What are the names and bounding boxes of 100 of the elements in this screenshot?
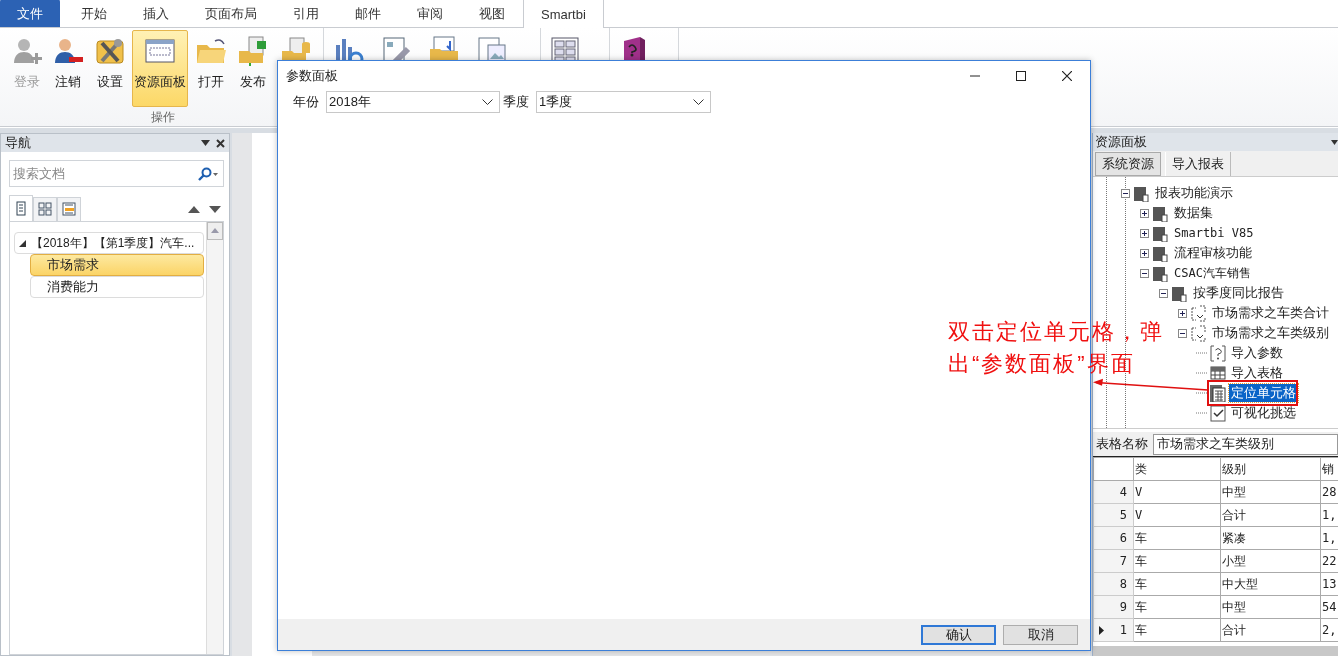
dropdown-icon <box>1331 139 1338 145</box>
view-tab[interactable] <box>57 197 81 221</box>
connector-line <box>1196 352 1207 354</box>
tree-item[interactable]: 【2018年】【第1季度】汽车... <box>14 232 204 254</box>
tree-item[interactable]: 流程审核功能 <box>1172 244 1254 262</box>
folder-icon <box>1172 284 1188 302</box>
row-header[interactable]: 6 <box>1093 526 1134 550</box>
table-cell: 合计 <box>1220 618 1321 642</box>
row-header[interactable]: 9 <box>1093 595 1134 619</box>
view-tab[interactable] <box>33 197 57 221</box>
dropdown-icon <box>201 140 210 146</box>
tree-item[interactable]: 市场需求 <box>30 254 204 276</box>
field-label: 年份 <box>293 93 319 111</box>
close-icon[interactable] <box>1062 70 1072 81</box>
scrollbar[interactable] <box>1093 646 1338 656</box>
row-header[interactable]: 1 <box>1093 618 1134 642</box>
tree-item[interactable]: 报表功能演示 <box>1153 184 1235 202</box>
tree-item[interactable]: 数据集 <box>1172 204 1215 222</box>
dropdown[interactable]: 2018年 <box>326 91 500 113</box>
table-cell: 车 <box>1133 549 1221 573</box>
connector-line <box>1196 372 1207 374</box>
tree-item[interactable]: 导入表格 <box>1229 364 1285 382</box>
panel-title: 资源面板 <box>1095 133 1147 151</box>
ribbon-button[interactable]: 资源面板 <box>132 30 189 107</box>
dropdown[interactable]: 1季度 <box>536 91 711 113</box>
table-cell: 中型 <box>1220 480 1321 504</box>
tree-item[interactable]: Smartbi V85 <box>1172 226 1256 240</box>
tree-item[interactable]: 消费能力 <box>30 276 204 298</box>
row-header[interactable]: 8 <box>1093 572 1134 596</box>
folder-document-icon <box>236 35 269 67</box>
table-icon <box>1210 364 1226 382</box>
maximize-icon[interactable] <box>1016 70 1026 81</box>
up-arrow-icon <box>188 206 200 213</box>
field-label: 表格名称 <box>1096 435 1148 453</box>
folder-icon <box>1153 264 1169 282</box>
ribbon-tab[interactable]: Smartbi <box>523 0 604 28</box>
tree-item[interactable]: 可视化挑选 <box>1229 404 1298 422</box>
ribbon-button[interactable]: 设置 <box>90 30 129 92</box>
connector-line <box>1196 392 1207 394</box>
group-label: 操作 <box>149 109 176 126</box>
folder-icon <box>1153 224 1169 242</box>
column-header: 类 <box>1133 457 1221 481</box>
table-cell: 车 <box>1133 618 1221 642</box>
list-icon <box>14 201 28 216</box>
panel-tab[interactable]: 导入报表 <box>1165 152 1231 176</box>
tree-item-label: 【2018年】【第1季度】汽车... <box>31 234 195 252</box>
row-header[interactable]: 4 <box>1093 480 1134 504</box>
ribbon-tab[interactable]: 插入 <box>125 0 187 27</box>
tree-item[interactable]: 导入参数 <box>1229 344 1285 362</box>
view-tab[interactable] <box>9 195 33 221</box>
calculator-icon <box>1210 384 1226 402</box>
table-cell: 车 <box>1133 595 1221 619</box>
dialog-button[interactable]: 确认 <box>921 624 996 645</box>
tree-item[interactable]: 市场需求之车类合计 <box>1210 304 1331 322</box>
ribbon-tab[interactable]: 审阅 <box>399 0 461 27</box>
ribbon-tab[interactable]: 文件 <box>0 0 60 27</box>
ribbon-button[interactable]: 发布 <box>233 30 272 92</box>
chevron-down-icon <box>693 99 704 105</box>
name-field[interactable]: 市场需求之车类级别 <box>1153 433 1338 455</box>
search-field[interactable]: 搜索文档 <box>9 160 224 187</box>
search-icon <box>198 166 212 181</box>
ribbon-tab[interactable]: 邮件 <box>337 0 399 27</box>
thumbnails-icon <box>38 202 52 217</box>
folder-icon <box>1134 184 1150 202</box>
table-cell: V <box>1133 503 1221 527</box>
close-icon <box>216 138 225 148</box>
dialog-title: 参数面板 <box>286 66 339 85</box>
tree-item[interactable]: 定位单元格 <box>1229 384 1298 402</box>
help-bracket-icon <box>1210 344 1226 362</box>
row-header[interactable]: 7 <box>1093 549 1134 573</box>
table-cell: 车 <box>1133 526 1221 550</box>
folder-icon <box>1153 204 1169 222</box>
column-header: 级别 <box>1220 457 1321 481</box>
down-arrow-icon <box>209 206 221 213</box>
current-row-icon <box>1099 626 1104 635</box>
table-cell: 紧凑 <box>1220 526 1321 550</box>
table-cell: V <box>1133 480 1221 504</box>
tree-item[interactable]: 按季度同比报告 <box>1191 284 1286 302</box>
ribbon-button[interactable]: 打开 <box>192 30 230 92</box>
folder-icon <box>1153 244 1169 262</box>
table-cell: 车 <box>1133 572 1221 596</box>
panel-tab[interactable]: 系统资源 <box>1095 152 1161 176</box>
table-cell: 中大型 <box>1220 572 1321 596</box>
tree-item[interactable]: CSAC汽车销售 <box>1172 264 1253 282</box>
tree-item[interactable]: 市场需求之车类级别 <box>1210 324 1331 342</box>
scrollbar[interactable] <box>206 222 223 654</box>
ribbon-tab[interactable]: 页面布局 <box>187 0 275 27</box>
pane-title: 导航 <box>5 134 32 152</box>
ribbon-button[interactable]: 注销 <box>49 30 87 92</box>
field-label: 季度 <box>503 93 529 111</box>
connector-line <box>1196 412 1207 414</box>
row-header[interactable]: 5 <box>1093 503 1134 527</box>
ribbon-tab[interactable]: 引用 <box>275 0 337 27</box>
table-cell: 中型 <box>1220 595 1321 619</box>
ribbon-tab[interactable]: 开始 <box>63 0 125 27</box>
chevron-down-icon <box>482 99 493 105</box>
dialog-button[interactable]: 取消 <box>1003 624 1078 645</box>
table-cell: 小型 <box>1220 549 1321 573</box>
ribbon-tab[interactable]: 视图 <box>461 0 523 27</box>
results-icon <box>62 202 76 217</box>
